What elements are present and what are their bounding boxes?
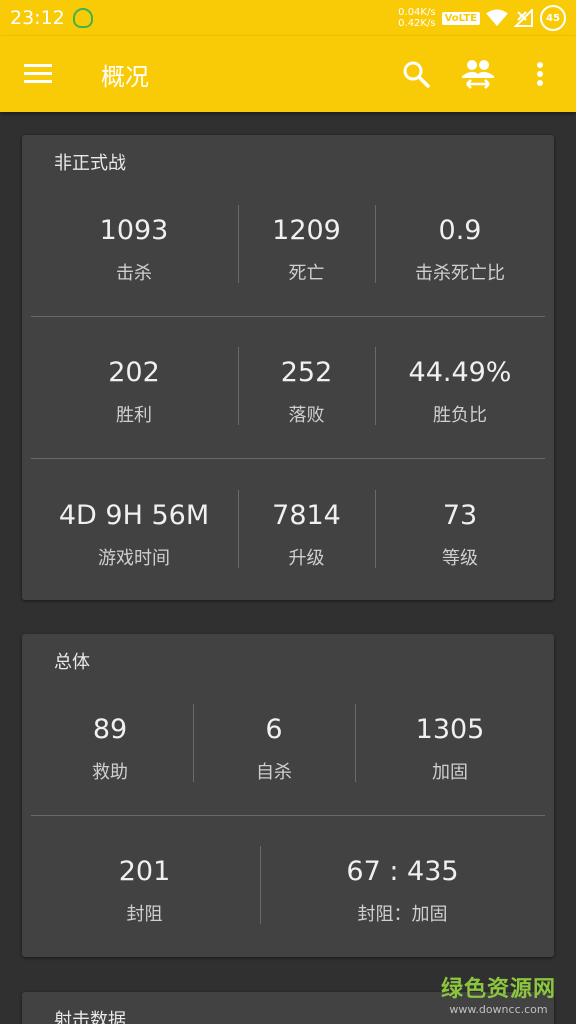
search-icon[interactable] [388,46,444,102]
watermark-sub: www.downcc.com [449,1003,548,1016]
stat-value: 89 [92,714,128,745]
stat-label: 自杀 [256,762,292,783]
stat-value: 201 [118,856,171,887]
net-up: 0.04K/s [398,7,436,18]
card-title: 射击数据 [54,1010,126,1024]
stat-label: 封阻：加固 [357,904,448,925]
status-time: 23:12 [10,7,65,29]
menu-icon[interactable] [10,46,66,102]
stat-row: 1093 击杀 1209 死亡 0.9 击杀死亡比 [22,205,554,305]
watermark-main: 绿色资源网 [440,977,556,1002]
stat-kd-ratio: 0.9 击杀死亡比 [375,205,545,305]
divider [31,316,545,317]
stat-reinforcements: 1305 加固 [355,704,545,804]
stat-label: 胜利 [116,405,152,426]
stat-kills: 1093 击杀 [22,205,246,305]
network-speed: 0.04K/s 0.42K/s [398,7,435,29]
stat-row: 89 救助 6 自杀 1305 加固 [22,704,554,804]
stat-value: 1209 [272,215,341,246]
stat-losses: 252 落败 [238,347,375,447]
page-title: 概况 [101,62,149,91]
divider [31,815,545,816]
stat-row: 201 封阻 67 : 435 封阻：加固 [22,846,554,946]
stat-label: 击杀死亡比 [415,263,505,284]
stat-value: 252 [280,357,333,388]
stat-value: 6 [265,714,283,745]
stat-label: 胜负比 [433,405,487,426]
stat-upgrades: 7814 升级 [238,490,375,590]
stat-value: 1305 [415,714,485,745]
app-bar: 概况 [0,36,576,112]
stat-label: 封阻 [126,904,163,925]
stat-barricade-reinforce-ratio: 67 : 435 封阻：加固 [260,846,545,946]
card-casual: 非正式战 1093 击杀 1209 死亡 0.9 击杀死亡比 202 胜利 25… [22,135,554,600]
stat-value: 202 [108,357,160,388]
stat-revives: 89 救助 [22,704,198,804]
net-down: 0.42K/s [398,18,436,29]
stat-wins: 202 胜利 [22,347,246,447]
stat-barricades: 201 封阻 [22,846,267,946]
stat-label: 升级 [288,548,325,569]
stat-value: 44.49% [408,357,512,388]
stat-value: 0.9 [438,215,482,246]
status-bar: 23:12 0.04K/s 0.42K/s VoLTE 45 [0,0,576,36]
battery-indicator: 45 [540,5,566,31]
stat-value: 1093 [99,215,169,246]
stat-label: 等级 [442,548,478,569]
app-actions [382,46,568,102]
stat-wl-ratio: 44.49% 胜负比 [375,347,545,447]
stat-value: 67 : 435 [346,856,459,887]
more-vert-icon[interactable] [512,46,568,102]
headset-notification-icon [72,8,93,28]
stat-value: 7814 [272,500,341,531]
stat-playtime: 4D 9H 56M 游戏时间 [22,490,246,590]
stat-row: 202 胜利 252 落败 44.49% 胜负比 [22,347,554,447]
wifi-icon [486,9,508,27]
signal-icon [514,9,533,27]
status-indicators: 0.04K/s 0.42K/s VoLTE 45 [398,5,566,31]
stat-label: 落败 [288,405,325,426]
stat-value: 4D 9H 56M [58,500,210,531]
card-title: 总体 [54,652,90,673]
stat-deaths: 1209 死亡 [238,205,375,305]
stat-value: 73 [442,500,478,531]
stat-label: 救助 [92,762,128,783]
stat-row: 4D 9H 56M 游戏时间 7814 升级 73 等级 [22,490,554,590]
stat-label: 击杀 [116,263,152,284]
lte-badge: VoLTE [441,11,480,25]
card-title: 非正式战 [54,153,126,174]
stat-level: 73 等级 [375,490,545,590]
watermark: 绿色资源网 www.downcc.com [441,971,556,1016]
stat-label: 加固 [432,762,468,783]
switch-account-icon[interactable] [450,46,506,102]
stat-suicides: 6 自杀 [193,704,355,804]
divider [31,458,545,459]
stat-label: 死亡 [288,263,325,284]
stat-label: 游戏时间 [98,548,170,569]
card-overall: 总体 89 救助 6 自杀 1305 加固 201 封阻 67 : 435 封阻… [22,634,554,957]
